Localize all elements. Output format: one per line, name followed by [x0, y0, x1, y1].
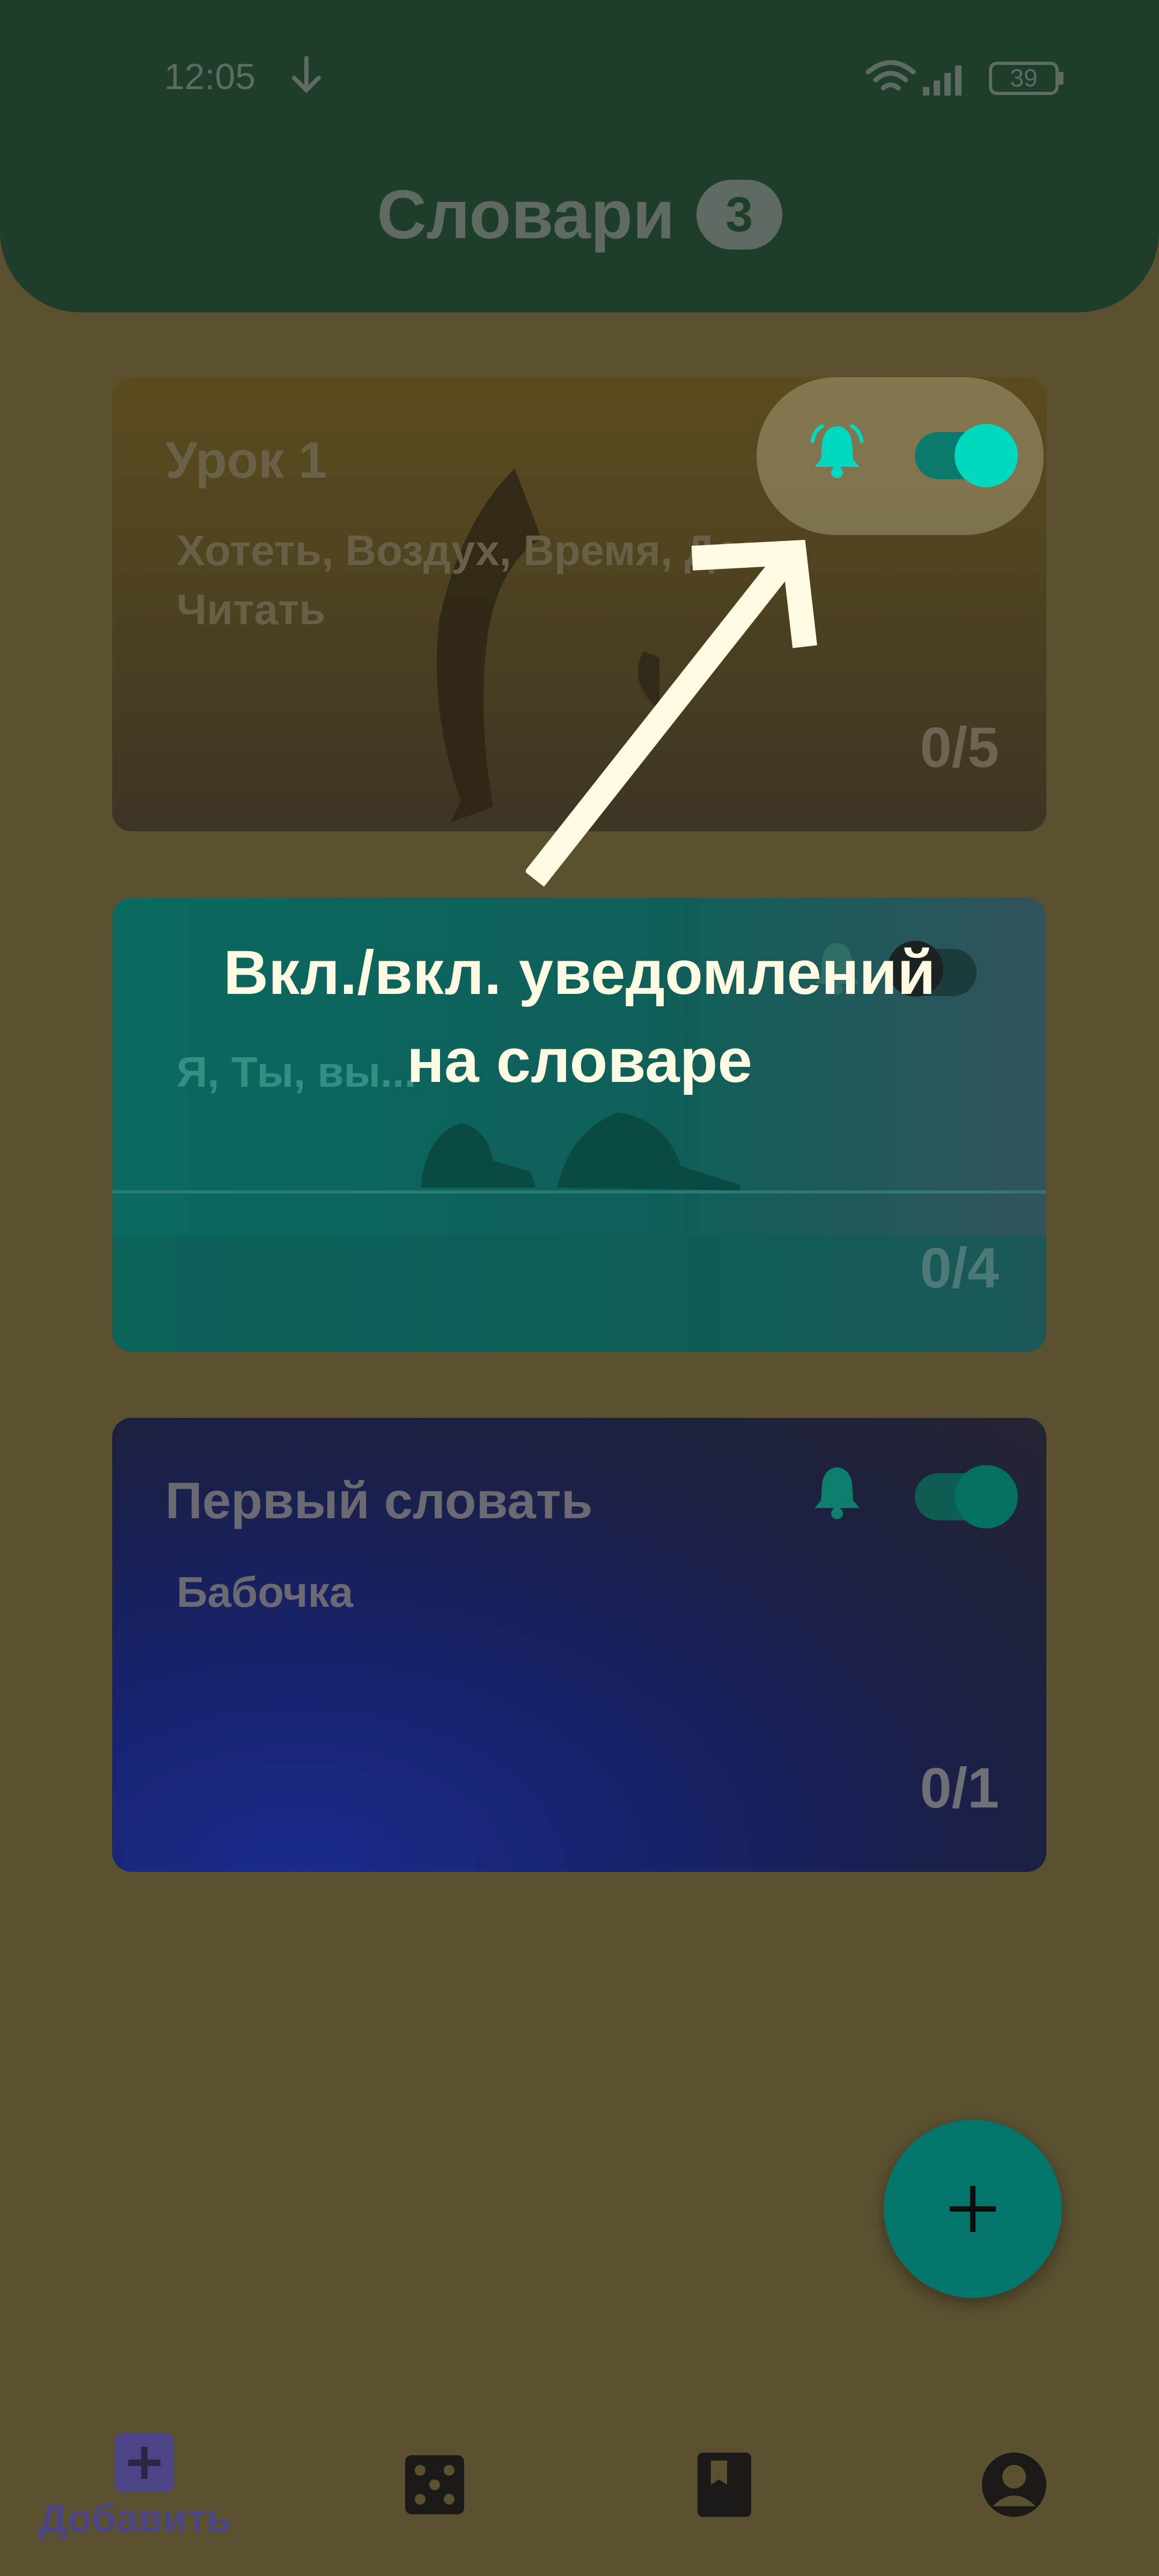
profile-icon[interactable] [979, 2450, 1049, 2520]
nav-add-label[interactable]: Добавить [39, 2496, 231, 2541]
book-icon[interactable] [689, 2450, 759, 2520]
count-badge: 3 [696, 180, 782, 250]
card-words: Бабочка [177, 1568, 354, 1616]
sea-rocks-image [112, 1113, 1046, 1352]
signal-icon [923, 65, 962, 96]
card-progress: 0/4 [920, 1236, 999, 1300]
dice-icon[interactable] [400, 2450, 470, 2520]
callout-line-2: на словаре [406, 1026, 752, 1095]
battery-level: 39 [1010, 64, 1038, 92]
title-row: Словари 3 [0, 174, 1159, 255]
toggle-knob [955, 424, 1018, 487]
plus-icon [950, 2186, 996, 2232]
wifi-icon [865, 60, 916, 91]
page-title: Словари [377, 176, 675, 253]
card-title: Урок 1 [165, 431, 327, 489]
callout-line-1: Вкл./вкл. уведомлений [223, 938, 936, 1007]
card-progress: 0/5 [920, 716, 999, 779]
nav-add-icon[interactable] [115, 2433, 174, 2492]
app-header [0, 0, 1159, 312]
toggle-knob [955, 1465, 1018, 1528]
download-icon [292, 56, 321, 93]
tutorial-callout: Вкл./вкл. уведомлений на словаре [107, 928, 1052, 1104]
bell-icon[interactable] [805, 1461, 869, 1525]
card-title: Первый словать [165, 1472, 593, 1529]
bell-icon[interactable] [805, 420, 869, 484]
card-progress: 0/1 [920, 1757, 999, 1820]
arrow-icon [526, 539, 817, 887]
add-dictionary-button[interactable] [884, 2120, 1062, 2298]
status-time: 12:05 [164, 56, 256, 97]
dictionary-card-3[interactable]: Первый словать Бабочка 0/1 [112, 1418, 1046, 1872]
